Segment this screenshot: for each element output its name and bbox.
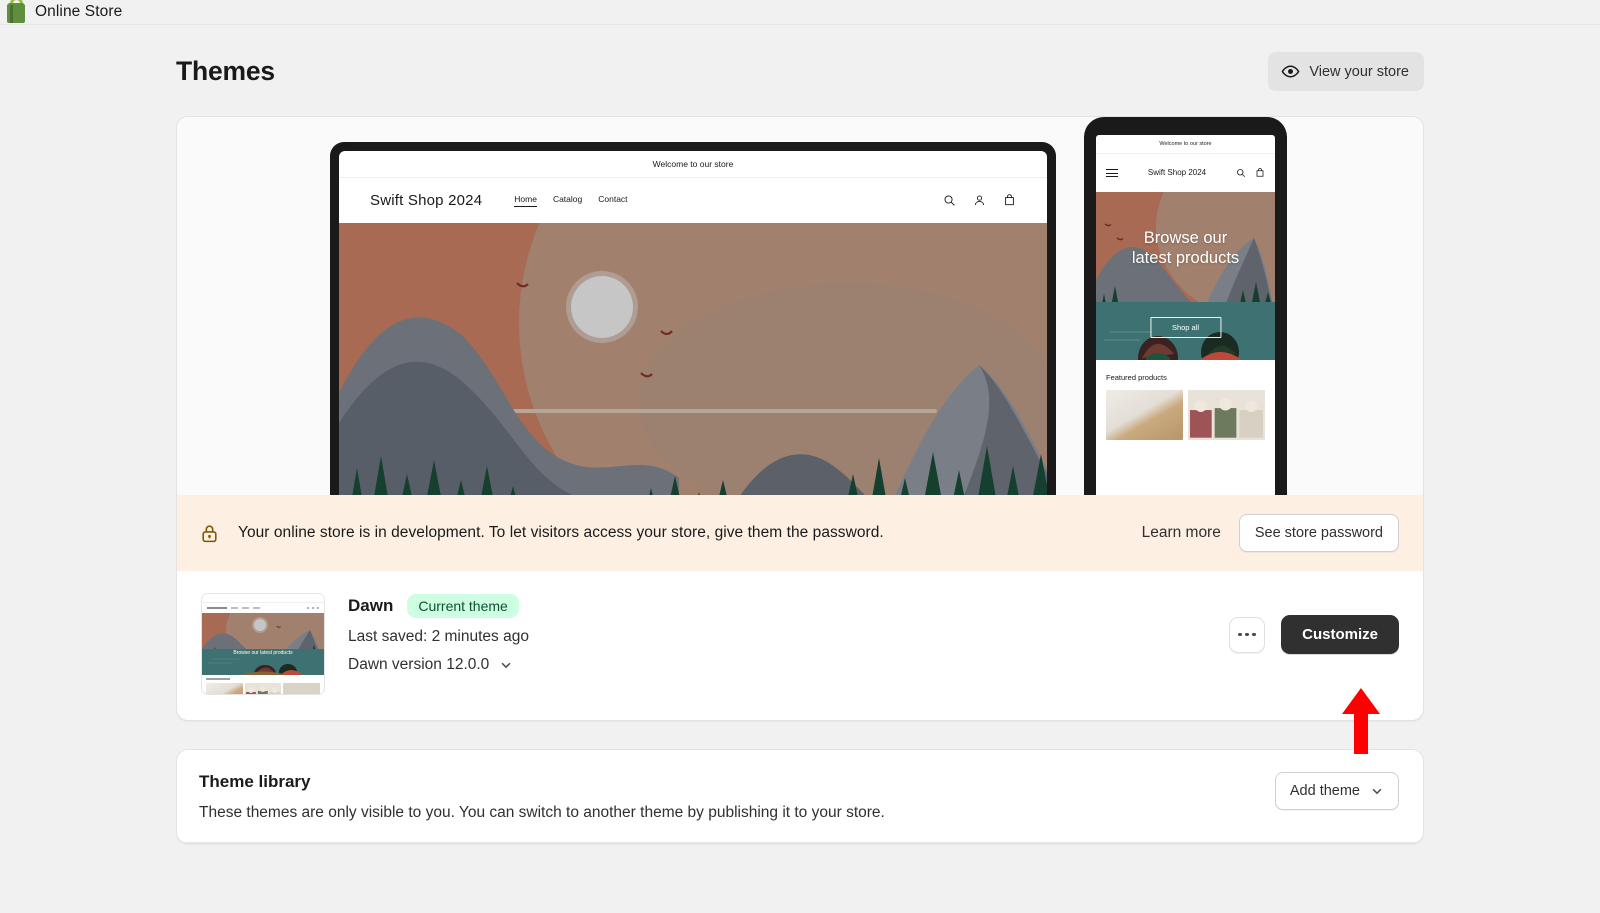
mobile-product-thumbnail	[1188, 390, 1265, 440]
theme-library-title: Theme library	[199, 772, 311, 791]
desktop-hero-illustration	[339, 223, 1047, 495]
desktop-store-header: Swift Shop 2024 Home Catalog Contact	[339, 178, 1047, 223]
page-title: Themes	[176, 56, 275, 86]
chevron-down-icon	[1370, 784, 1384, 798]
current-theme-row: Browse our latest products Dawn Current …	[177, 571, 1423, 720]
current-theme-badge: Current theme	[407, 594, 519, 618]
page-container: Themes View your store Welcome to our st…	[0, 25, 1600, 844]
thumbnail-product	[244, 683, 282, 694]
mobile-store-header: Swift Shop 2024	[1096, 154, 1275, 192]
theme-last-saved: Last saved: 2 minutes ago	[348, 628, 529, 645]
customize-button[interactable]: Customize	[1281, 615, 1399, 654]
theme-thumbnail-hero-text: Browse our latest products	[233, 650, 293, 656]
mobile-featured-title: Featured products	[1106, 373, 1167, 382]
theme-preview-area: Welcome to our store Swift Shop 2024 Hom…	[177, 117, 1423, 495]
desktop-header-icons	[943, 194, 1016, 207]
view-your-store-label: View your store	[1309, 63, 1409, 80]
learn-more-link[interactable]: Learn more	[1142, 524, 1221, 542]
shopping-bag-icon	[6, 0, 26, 23]
theme-info: Dawn Current theme Last saved: 2 minutes…	[348, 593, 529, 674]
desktop-announcement-bar: Welcome to our store	[339, 151, 1047, 178]
development-banner: Your online store is in development. To …	[177, 495, 1423, 571]
desktop-nav: Home Catalog Contact	[514, 194, 628, 207]
lock-icon	[199, 523, 220, 544]
theme-thumbnail-illustration	[202, 613, 324, 675]
thumbnail-product	[206, 683, 243, 694]
mobile-store-logo: Swift Shop 2024	[1147, 168, 1207, 178]
mobile-product-thumbnail	[1106, 390, 1183, 440]
desktop-nav-home: Home	[514, 194, 537, 207]
search-icon	[1236, 168, 1246, 178]
theme-library-description: These themes are only visible to you. Yo…	[199, 804, 885, 821]
top-bar: Online Store	[0, 0, 1600, 25]
see-store-password-button[interactable]: See store password	[1238, 514, 1399, 552]
theme-more-actions-button[interactable]	[1229, 616, 1266, 653]
account-icon	[973, 194, 986, 207]
ellipsis-icon	[1238, 632, 1242, 637]
development-banner-message: Your online store is in development. To …	[238, 524, 884, 541]
cart-icon	[1255, 168, 1265, 178]
mobile-hero-heading: Browse our latest products	[1131, 229, 1240, 268]
desktop-preview: Welcome to our store Swift Shop 2024 Hom…	[330, 142, 1056, 495]
theme-library-card: Theme library These themes are only visi…	[176, 749, 1424, 844]
hamburger-menu-icon	[1106, 169, 1118, 177]
mobile-announcement-bar: Welcome to our store	[1096, 135, 1275, 154]
view-your-store-button[interactable]: View your store	[1268, 52, 1424, 91]
search-icon	[943, 194, 956, 207]
theme-version-dropdown[interactable]: Dawn version 12.0.0	[348, 656, 529, 674]
add-theme-button[interactable]: Add theme	[1274, 772, 1399, 810]
add-theme-label: Add theme	[1289, 783, 1360, 799]
store-name-label: Online Store	[35, 3, 123, 20]
chevron-down-icon	[499, 658, 513, 672]
theme-thumbnail: Browse our latest products	[201, 593, 325, 695]
theme-name: Dawn	[348, 596, 394, 615]
theme-actions: Customize	[1229, 593, 1399, 654]
mobile-featured-products: Featured products	[1096, 360, 1275, 440]
thumbnail-product	[283, 683, 321, 694]
theme-version-label: Dawn version 12.0.0	[348, 656, 490, 673]
cart-icon	[1003, 194, 1016, 207]
page-header: Themes View your store	[176, 25, 1424, 91]
eye-icon	[1281, 62, 1300, 81]
mobile-hero: Browse our latest products Shop all	[1096, 192, 1275, 360]
mobile-shop-all-button: Shop all	[1149, 317, 1222, 338]
desktop-nav-catalog: Catalog	[552, 194, 583, 204]
desktop-store-logo: Swift Shop 2024	[370, 192, 483, 209]
current-theme-card: Welcome to our store Swift Shop 2024 Hom…	[176, 116, 1424, 721]
desktop-nav-contact: Contact	[598, 194, 628, 204]
mobile-preview: Welcome to our store Swift Shop 2024 Bro…	[1084, 117, 1287, 495]
